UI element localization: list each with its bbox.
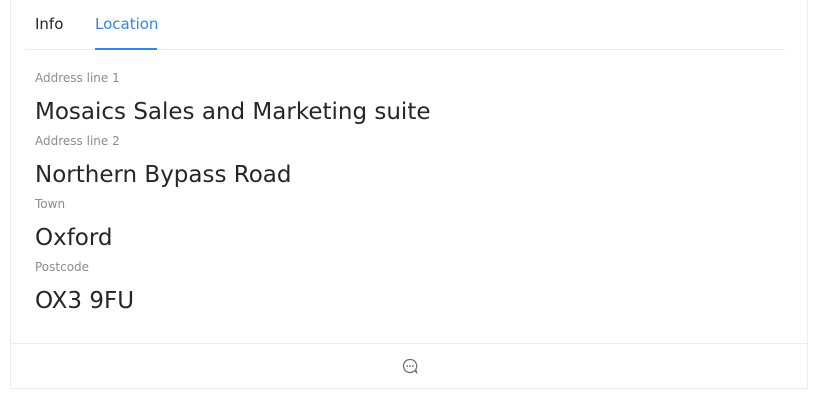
- address-line-1-label: Address line 1: [35, 71, 120, 85]
- town-label: Town: [35, 197, 66, 211]
- tab-location[interactable]: Location: [95, 14, 158, 34]
- postcode-value: OX3 9FU: [35, 288, 135, 314]
- chat-bubble-icon[interactable]: [402, 358, 418, 375]
- postcode-label: Postcode: [35, 260, 90, 274]
- address-line-2-label: Address line 2: [35, 134, 120, 148]
- tab-bar: Info Location: [25, 0, 785, 50]
- town-value: Oxford: [35, 225, 113, 251]
- active-tab-indicator: [95, 48, 157, 50]
- tab-info[interactable]: Info: [35, 14, 63, 34]
- location-card: Info Location Address line 1 Mosaics Sal…: [10, 0, 808, 389]
- address-line-2-value: Northern Bypass Road: [35, 162, 292, 188]
- card-footer: [11, 343, 807, 388]
- address-line-1-value: Mosaics Sales and Marketing suite: [35, 99, 431, 125]
